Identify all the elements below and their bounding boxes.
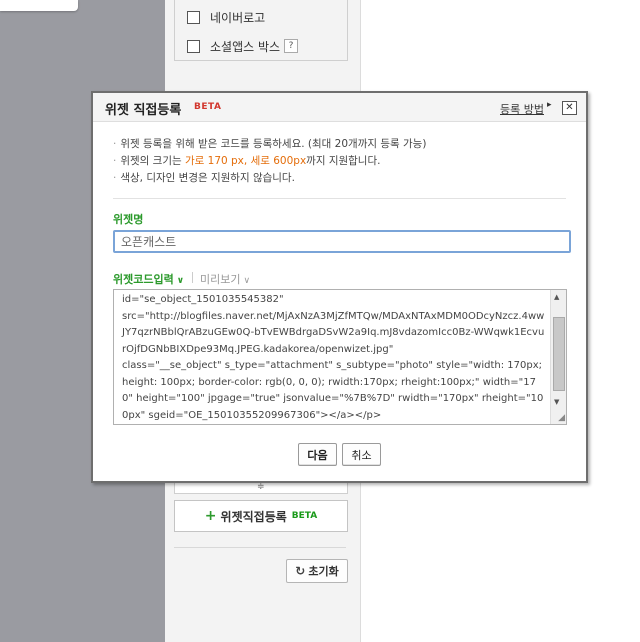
divider [113,198,566,199]
widget-code-textarea[interactable]: id="se_object_1501035545382" src="http:/… [113,289,567,425]
scroll-up-icon[interactable]: ▲ [554,293,559,301]
reset-button[interactable]: ↻ 초기화 [286,559,348,583]
size-highlight: 가로 170 px, 세로 600px [184,155,307,167]
arrow-right-icon: ▸ [547,100,552,110]
note-line: · 위젯 등록을 위해 받은 코드를 등록하세요. (최대 20개까지 등록 가능… [113,138,427,150]
close-button[interactable]: ✕ [562,101,577,115]
widget-code-text: id="se_object_1501035545382" src="http:/… [122,294,545,421]
scrollbar-thumb[interactable] [553,317,565,391]
resize-grip-icon[interactable]: ◢ [558,413,565,423]
help-icon[interactable]: ? [284,39,299,53]
dialog-header: 위젯 직접등록 BETA 등록 방법 ▸ ✕ [93,93,586,122]
widget-name-label: 위젯명 [113,213,144,226]
widget-list: 네이버로고 소셜앱스 박스 ? [174,0,348,61]
chevron-down-icon: ∨ [176,276,185,286]
widget-item-social-apps[interactable]: 소셜앱스 박스 ? [187,36,299,56]
divider [174,547,346,548]
widget-item-label: 네이버로고 [210,10,266,25]
add-widget-label: 위젯직접등록 [220,509,287,524]
scrollbar[interactable]: ▲ ▼ [550,290,566,424]
widget-item-label: 소셜앱스 박스 [210,39,281,54]
drag-handle-icon[interactable]: ≑ [257,482,265,492]
help-link[interactable]: 등록 방법 [500,101,544,117]
widget-item-naver-logo[interactable]: 네이버로고 [187,7,265,27]
tab-preview[interactable]: 미리보기 ∨ [200,271,250,287]
beta-badge: BETA [194,102,222,112]
tab-code-input[interactable]: 위젯코드입력 ∨ [113,271,184,287]
note-line: · 색상, 디자인 변경은 지원하지 않습니다. [113,172,295,184]
next-button[interactable]: 다음 [298,443,337,466]
add-widget-button[interactable]: + 위젯직접등록 BETA [174,500,348,532]
scroll-down-icon[interactable]: ▼ [554,398,559,406]
checkbox[interactable] [187,39,200,53]
widget-name-input[interactable] [113,230,571,253]
beta-badge: BETA [291,511,318,521]
cancel-button[interactable]: 취소 [342,443,381,466]
plus-icon: + [204,508,217,524]
tab-divider [192,272,193,283]
refresh-icon: ↻ [295,564,306,578]
dialog-title: 위젯 직접등록 [105,103,182,118]
widget-register-dialog: 위젯 직접등록 BETA 등록 방법 ▸ ✕ · 위젯 등록을 위해 받은 코드를… [91,91,588,483]
background-card [0,0,78,11]
instructions: · 위젯 등록을 위해 받은 코드를 등록하세요. (최대 20개까지 등록 가능… [113,136,426,187]
chevron-down-icon: ∨ [243,276,251,286]
reset-label: 초기화 [308,565,339,578]
checkbox[interactable] [187,10,200,24]
note-line: · 위젯의 크기는 가로 170 px, 세로 600px까지 지원합니다. [113,155,381,167]
